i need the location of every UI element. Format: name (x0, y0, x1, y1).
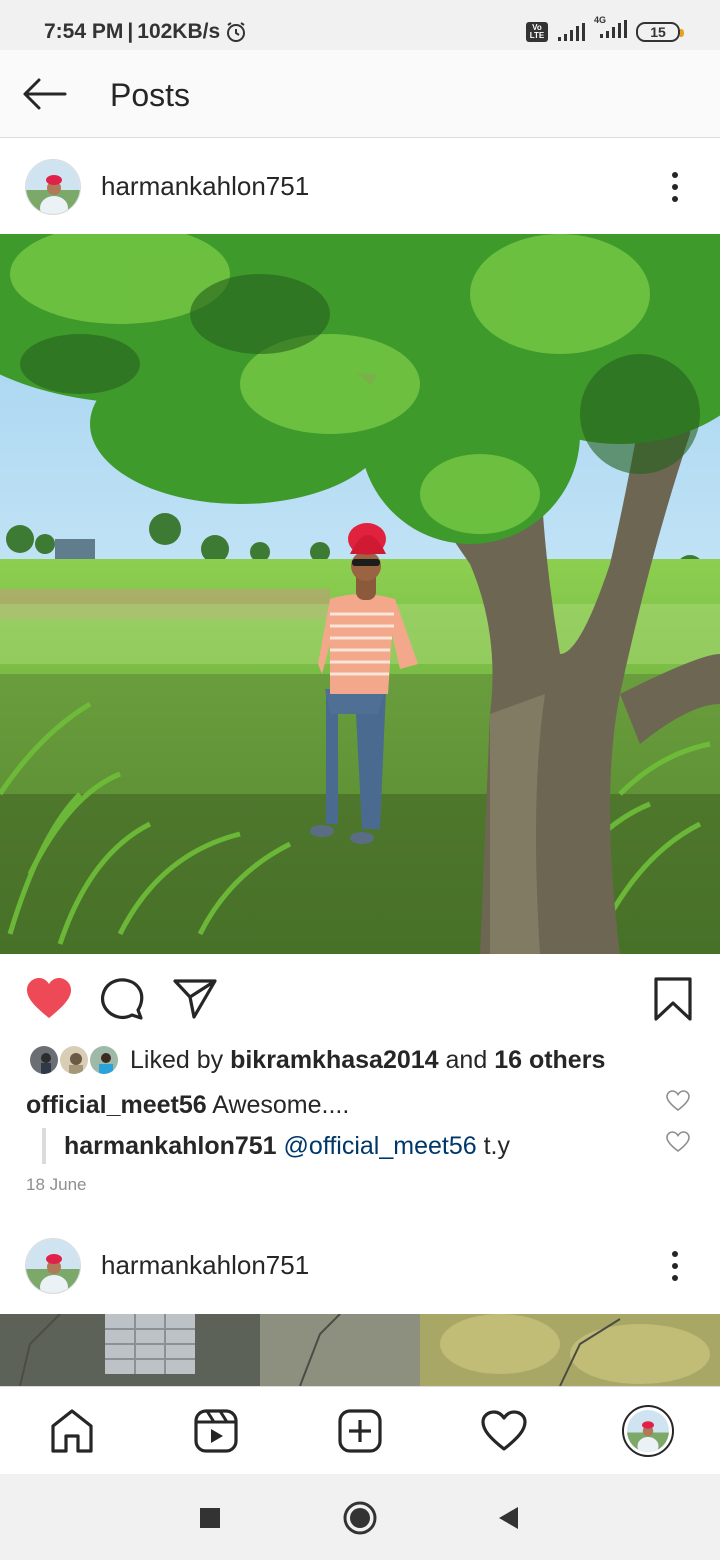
heart-outline-icon (481, 1410, 527, 1451)
reels-icon (194, 1409, 238, 1453)
send-icon (173, 979, 217, 1019)
status-separator: | (127, 20, 134, 43)
reply-text: t.y (483, 1132, 510, 1160)
post-username[interactable]: harmankahlon751 (101, 1250, 309, 1281)
nav-profile[interactable] (620, 1403, 676, 1459)
post-header: harmankahlon751 (0, 1218, 720, 1314)
reply-mention[interactable]: @official_meet56 (284, 1132, 477, 1160)
avatar[interactable] (25, 1238, 81, 1294)
home-icon (51, 1409, 93, 1453)
status-left: 7:54 PM | 102KB/s (44, 20, 248, 44)
likes-text: Liked by bikramkhasa2014 and 16 others (130, 1045, 606, 1074)
nav-activity[interactable] (476, 1403, 532, 1459)
signal-4g: 4G (594, 15, 628, 44)
comment-icon (100, 978, 144, 1020)
heart-outline-icon (666, 1090, 690, 1112)
avatar-image (26, 160, 80, 214)
post-photo (0, 1314, 720, 1386)
signal-icon (558, 22, 585, 41)
triangle-back-icon (499, 1507, 518, 1529)
liker-avatar-image (90, 1046, 118, 1074)
status-bar: 7:54 PM | 102KB/s Vo LTE 4G 15 (0, 0, 720, 50)
more-vertical-icon (672, 1251, 678, 1257)
back-button[interactable] (18, 74, 70, 114)
avatar[interactable] (25, 159, 81, 215)
page-title: Posts (110, 77, 191, 113)
square-icon (200, 1508, 220, 1528)
status-time: 7:54 PM (44, 20, 124, 43)
avatar (622, 1405, 674, 1457)
more-options-button[interactable] (660, 169, 690, 205)
system-navigation (0, 1474, 720, 1560)
post-image[interactable] (0, 234, 720, 954)
circle-icon (343, 1501, 377, 1535)
nav-home[interactable] (44, 1403, 100, 1459)
reply: harmankahlon751 @official_meet56 t.y (64, 1132, 510, 1161)
volte-icon: Vo LTE (526, 21, 548, 42)
liked-by-user[interactable]: bikramkhasa2014 (230, 1046, 438, 1074)
liker-avatar (88, 1044, 120, 1076)
status-speed: 102KB/s (137, 20, 221, 43)
post-header: harmankahlon751 (0, 139, 720, 235)
home-button[interactable] (342, 1500, 378, 1536)
save-button[interactable] (648, 974, 698, 1024)
liker-avatar (28, 1044, 60, 1076)
comment-username[interactable]: official_meet56 (26, 1091, 207, 1119)
post-actions (0, 960, 720, 1036)
liker-avatar (58, 1044, 90, 1076)
reply-thread-line (42, 1128, 46, 1164)
bookmark-icon (654, 977, 692, 1021)
liked-others[interactable]: 16 others (494, 1046, 605, 1074)
app-bar: Posts (0, 50, 720, 138)
post-username[interactable]: harmankahlon751 (101, 171, 309, 202)
avatar-image (627, 1410, 669, 1452)
add-post-icon (338, 1409, 382, 1453)
likes-summary[interactable]: Liked by bikramkhasa2014 and 16 others (28, 1040, 605, 1080)
alarm-icon (227, 22, 246, 42)
liker-avatar-image (60, 1046, 88, 1074)
post-date: 18 June (26, 1175, 87, 1194)
comment-text: Awesome.... (212, 1091, 350, 1119)
comment-button[interactable] (97, 974, 147, 1024)
reply-username[interactable]: harmankahlon751 (64, 1132, 277, 1160)
nav-reels[interactable] (188, 1403, 244, 1459)
post-image[interactable] (0, 1314, 720, 1386)
comment: official_meet56 Awesome.... (26, 1091, 349, 1120)
post-photo (0, 234, 720, 954)
arrow-left-icon (23, 78, 67, 110)
bottom-navigation (0, 1386, 720, 1474)
battery-icon: 15 (636, 21, 684, 42)
more-vertical-icon (672, 172, 678, 178)
recents-button[interactable] (192, 1500, 228, 1536)
status-right: Vo LTE 4G 15 (526, 15, 684, 44)
avatar-image (26, 1239, 80, 1293)
liker-avatars (28, 1042, 120, 1078)
liker-avatar-image (30, 1046, 58, 1074)
nav-create[interactable] (332, 1403, 388, 1459)
like-button[interactable] (24, 974, 74, 1024)
more-options-button[interactable] (660, 1248, 690, 1284)
back-nav-button[interactable] (490, 1500, 526, 1536)
heart-filled-icon (27, 978, 71, 1018)
battery-cap (680, 28, 684, 37)
comment-like-button[interactable] (666, 1090, 690, 1112)
heart-outline-icon (666, 1131, 690, 1153)
reply-like-button[interactable] (666, 1131, 690, 1153)
share-button[interactable] (170, 974, 220, 1024)
